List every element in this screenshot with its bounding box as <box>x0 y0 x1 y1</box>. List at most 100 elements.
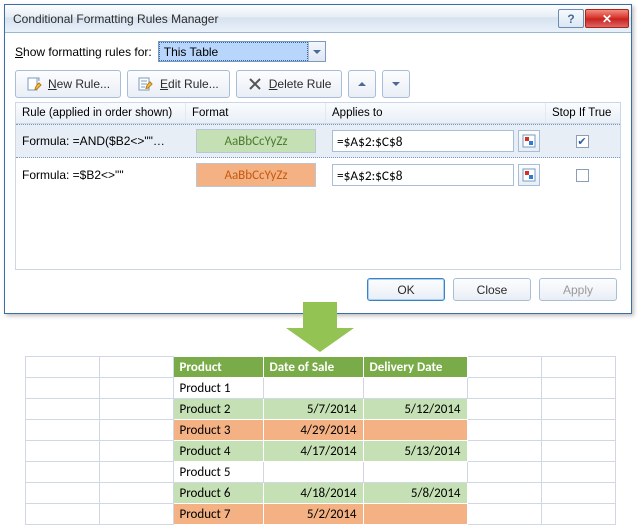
cell[interactable]: Product 6 <box>173 483 263 504</box>
dialog-buttons: OK Close Apply <box>15 270 621 303</box>
help-button[interactable]: ? <box>558 9 584 28</box>
spacer-cell <box>467 399 541 420</box>
cell[interactable]: Product 1 <box>173 378 263 399</box>
scope-selected: This Table <box>159 42 308 61</box>
range-picker-icon <box>522 134 536 148</box>
apply-button[interactable]: Apply <box>539 278 617 301</box>
col-applies: Applies to <box>326 103 546 123</box>
cell[interactable]: Product 4 <box>173 441 263 462</box>
spacer-cell <box>467 504 541 525</box>
new-rule-icon <box>26 76 42 92</box>
close-window-button[interactable]: ✕ <box>585 9 629 28</box>
cell[interactable] <box>363 462 467 483</box>
spacer-cell <box>99 504 173 525</box>
cell[interactable]: 4/18/2014 <box>263 483 363 504</box>
rule-formula: Formula: =AND($B2<>""… <box>16 134 186 148</box>
edit-rule-button[interactable]: Edit Rule... <box>127 70 230 98</box>
scope-dropdown-button[interactable] <box>308 42 325 61</box>
cell[interactable]: Product 7 <box>173 504 263 525</box>
applies-input[interactable] <box>332 164 514 186</box>
rules-header: Rule (applied in order shown) Format App… <box>16 103 620 124</box>
rule-format-preview: AaBbCcYyZz <box>186 125 326 157</box>
new-rule-label: New Rule... <box>48 77 110 91</box>
spacer-cell <box>25 357 99 378</box>
col-rule: Rule (applied in order shown) <box>16 103 186 123</box>
new-rule-button[interactable]: New Rule... <box>15 70 121 98</box>
edit-rule-label: Edit Rule... <box>160 77 219 91</box>
table-row: Product 1 <box>25 378 615 399</box>
rule-stop: ✔ <box>546 135 618 148</box>
rule-row[interactable]: Formula: =AND($B2<>""…AaBbCcYyZz ✔ <box>16 124 620 158</box>
move-down-button[interactable] <box>382 70 410 98</box>
edit-rule-icon <box>138 76 154 92</box>
table-row: Product 75/2/2014 <box>25 504 615 525</box>
cell[interactable]: Product 5 <box>173 462 263 483</box>
table-row: Product 25/7/20145/12/2014 <box>25 399 615 420</box>
spacer-cell <box>99 378 173 399</box>
rule-applies <box>326 164 546 186</box>
spacer-cell <box>25 483 99 504</box>
range-picker-button[interactable] <box>518 130 540 152</box>
rule-formula: Formula: =$B2<>"" <box>16 168 186 182</box>
header-cell: Date of Sale <box>263 357 363 378</box>
cell[interactable]: 5/2/2014 <box>263 504 363 525</box>
close-button[interactable]: Close <box>453 278 531 301</box>
rules-list: Rule (applied in order shown) Format App… <box>15 102 621 270</box>
scope-combo[interactable]: This Table <box>158 41 326 62</box>
window-buttons: ? ✕ <box>557 9 629 28</box>
stop-checkbox[interactable]: ✔ <box>576 135 589 148</box>
dialog-title: Conditional Formatting Rules Manager <box>13 12 557 26</box>
spacer-cell <box>25 399 99 420</box>
table-header-row: ProductDate of SaleDelivery Date <box>25 357 615 378</box>
spacer-cell <box>99 399 173 420</box>
cell[interactable]: 4/17/2014 <box>263 441 363 462</box>
cell[interactable]: 4/29/2014 <box>263 420 363 441</box>
chevron-down-icon <box>313 50 321 54</box>
col-format: Format <box>186 103 326 123</box>
stop-checkbox[interactable] <box>576 169 589 182</box>
cell[interactable]: Product 3 <box>173 420 263 441</box>
applies-input[interactable] <box>332 130 514 152</box>
cell[interactable]: Product 2 <box>173 399 263 420</box>
cell[interactable]: 5/7/2014 <box>263 399 363 420</box>
cell[interactable] <box>363 378 467 399</box>
delete-rule-icon <box>247 76 263 92</box>
move-up-button[interactable] <box>348 70 376 98</box>
titlebar: Conditional Formatting Rules Manager ? ✕ <box>5 5 631 33</box>
delete-rule-button[interactable]: Delete Rule <box>236 70 343 98</box>
cell[interactable] <box>363 504 467 525</box>
spacer-cell <box>541 462 615 483</box>
delete-rule-label: Delete Rule <box>269 77 332 91</box>
scope-label: Show formatting rules for: <box>15 45 152 59</box>
table-row: Product 34/29/2014 <box>25 420 615 441</box>
ok-button[interactable]: OK <box>367 278 445 301</box>
cell[interactable]: 5/12/2014 <box>363 399 467 420</box>
table-row: Product 64/18/20145/8/2014 <box>25 483 615 504</box>
col-stop: Stop If True <box>546 103 618 123</box>
spacer-cell <box>541 378 615 399</box>
spacer-cell <box>467 357 541 378</box>
spacer-cell <box>25 378 99 399</box>
table-row: Product 44/17/20145/13/2014 <box>25 441 615 462</box>
cell[interactable] <box>263 462 363 483</box>
spacer-cell <box>467 483 541 504</box>
spacer-cell <box>541 483 615 504</box>
spacer-cell <box>99 357 173 378</box>
cell[interactable] <box>263 378 363 399</box>
table-row: Product 5 <box>25 462 615 483</box>
spacer-cell <box>467 378 541 399</box>
header-cell: Product <box>173 357 263 378</box>
spacer-cell <box>99 441 173 462</box>
spacer-cell <box>541 420 615 441</box>
cell[interactable]: 5/8/2014 <box>363 483 467 504</box>
scope-row: Show formatting rules for: This Table <box>15 41 621 62</box>
spacer-cell <box>541 504 615 525</box>
cell[interactable] <box>363 420 467 441</box>
header-cell: Delivery Date <box>363 357 467 378</box>
rule-row[interactable]: Formula: =$B2<>""AaBbCcYyZz <box>16 158 620 192</box>
spacer-cell <box>99 462 173 483</box>
spacer-cell <box>467 420 541 441</box>
spacer-cell <box>25 420 99 441</box>
range-picker-button[interactable] <box>518 164 540 186</box>
cell[interactable]: 5/13/2014 <box>363 441 467 462</box>
